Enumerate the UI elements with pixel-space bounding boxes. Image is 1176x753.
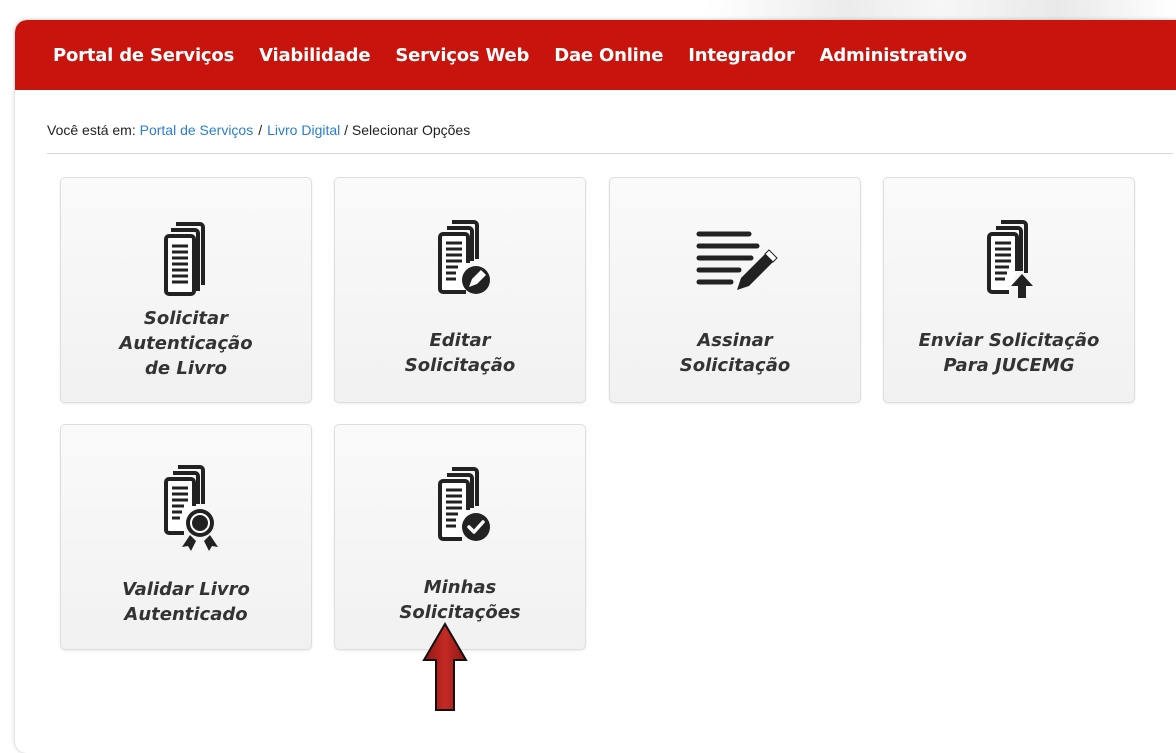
breadcrumb-divider [47,153,1173,154]
breadcrumb-link-livro-digital[interactable]: Livro Digital [267,122,340,138]
nav-servicos-web[interactable]: Serviços Web [395,45,529,66]
tile-assinar-solicitacao[interactable]: Assinar Solicitação [609,177,861,403]
sign-lines-pen-icon [696,231,778,290]
top-navbar: Portal de Serviços Viabilidade Serviços … [15,20,1176,90]
breadcrumb-link-portal[interactable]: Portal de Serviços [140,122,254,138]
document-edit-icon [438,220,490,294]
nav-dae-online[interactable]: Dae Online [554,45,663,66]
breadcrumb-prefix: Você está em: [47,122,136,138]
tile-editar-solicitacao[interactable]: Editar Solicitação [334,177,586,403]
document-seal-icon [164,465,218,551]
tile-label: Editar Solicitação [404,330,516,376]
tile-minhas-solicitacoes[interactable]: Minhas Solicitações [334,424,586,650]
document-stack-icon [164,222,205,296]
nav-integrador[interactable]: Integrador [688,45,795,66]
nav-viabilidade[interactable]: Viabilidade [259,45,370,66]
breadcrumb-separator: / [258,122,263,138]
tile-enviar-solicitacao[interactable]: Enviar Solicitação Para JUCEMG [883,177,1135,403]
nav-portal-de-servicos[interactable]: Portal de Serviços [53,45,234,66]
red-arrow-up-icon [422,622,468,711]
breadcrumb: Você está em: Portal de Serviços / Livro D… [47,122,470,138]
tile-solicitar-autenticacao[interactable]: Solicitar Autenticação de Livro [60,177,312,403]
tile-label: Enviar Solicitação Para JUCEMG [918,330,1100,376]
nav-administrativo[interactable]: Administrativo [820,45,967,66]
tile-validar-livro[interactable]: Validar Livro Autenticado [60,424,312,650]
document-check-icon [438,467,490,541]
tile-label: Validar Livro Autenticado [122,579,250,625]
document-upload-icon [987,220,1033,298]
tile-label: Assinar Solicitação [679,330,791,376]
tile-label: Minhas Solicitações [399,577,521,623]
tile-label: Solicitar Autenticação de Livro [119,308,253,379]
breadcrumb-current: / Selecionar Opções [344,122,471,138]
main-panel: Portal de Serviços Viabilidade Serviços … [15,20,1176,753]
